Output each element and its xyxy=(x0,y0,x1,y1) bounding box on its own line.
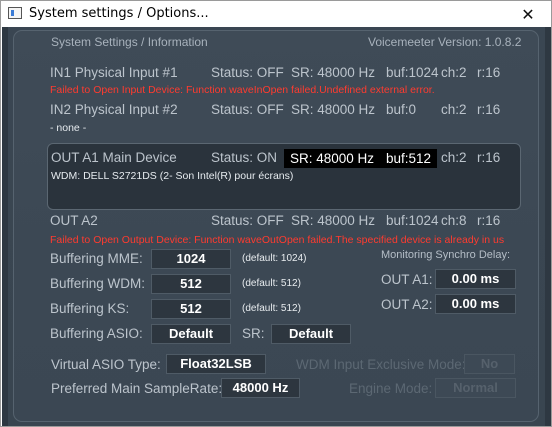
sync-a2-label: OUT A2: xyxy=(381,297,433,312)
out-a2-name[interactable]: OUT A2 xyxy=(50,213,98,228)
in2-sr: SR: 48000 Hz xyxy=(291,102,376,117)
out-a1-device: WDM: DELL S2721DS (2- Son Intel(R) pour … xyxy=(51,170,294,182)
in2-name[interactable]: IN2 Physical Input #2 xyxy=(50,102,178,117)
in1-status: Status: OFF xyxy=(211,65,284,80)
out-a2-ch: ch:8 xyxy=(441,213,467,228)
in1-ch: ch:2 xyxy=(441,65,467,80)
samplerate-label: Preferred Main SampleRate: xyxy=(51,381,223,396)
in2-device: - none - xyxy=(50,122,87,134)
buffering-ks-field[interactable]: 512 xyxy=(151,299,231,319)
app-icon xyxy=(8,7,22,19)
out-a1-r: r:16 xyxy=(477,150,501,165)
asio-sr-field[interactable]: Default xyxy=(271,324,351,344)
client-area: System Settings / Information Voicemeete… xyxy=(2,27,551,426)
version-label: Voicemeeter Version: 1.0.8.2 xyxy=(368,35,522,49)
out-a2-error: Failed to Open Output Device: Function w… xyxy=(50,234,505,246)
sync-a2-field[interactable]: 0.00 ms xyxy=(435,294,516,314)
out-a1-status: Status: ON xyxy=(211,150,278,165)
close-icon: ✕ xyxy=(521,4,535,24)
out-a2-buf: buf:1024 xyxy=(386,213,439,228)
out-a2-r: r:16 xyxy=(477,213,501,228)
settings-window: System settings / Options... ✕ System Se… xyxy=(0,0,552,427)
buffering-mme-default: (default: 1024) xyxy=(242,253,307,264)
sync-delay-title: Monitoring Synchro Delay: xyxy=(381,249,511,261)
window-title: System settings / Options... xyxy=(29,6,209,21)
right-edge xyxy=(545,27,551,426)
wdm-exclusive-field[interactable]: No xyxy=(464,354,515,374)
out-a2-sr: SR: 48000 Hz xyxy=(291,213,376,228)
buffering-mme-label: Buffering MME: xyxy=(50,251,143,266)
out-a1-name[interactable]: OUT A1 Main Device xyxy=(51,150,177,165)
title-bar[interactable]: System settings / Options... ✕ xyxy=(1,1,551,27)
left-edge xyxy=(2,27,8,426)
section-title: System Settings / Information xyxy=(51,35,208,49)
buffering-wdm-field[interactable]: 512 xyxy=(151,274,231,294)
in1-r: r:16 xyxy=(477,65,501,80)
engine-mode-field[interactable]: Normal xyxy=(435,378,516,398)
close-button[interactable]: ✕ xyxy=(505,1,551,27)
in1-sr: SR: 48000 Hz xyxy=(291,65,376,80)
buffering-wdm-label: Buffering WDM: xyxy=(50,276,146,291)
in1-buf: buf:1024 xyxy=(386,65,439,80)
in2-ch: ch:2 xyxy=(441,102,467,117)
asio-type-label: Virtual ASIO Type: xyxy=(51,357,161,372)
in2-buf: buf:0 xyxy=(386,102,417,117)
buffering-asio-label: Buffering ASIO: xyxy=(50,326,143,341)
buffering-asio-field[interactable]: Default xyxy=(151,324,231,344)
engine-mode-label: Engine Mode: xyxy=(349,381,433,396)
out-a1-buf: buf:512 xyxy=(380,149,438,168)
asio-sr-label: SR: xyxy=(242,326,265,341)
buffering-ks-label: Buffering KS: xyxy=(50,301,130,316)
sync-a1-label: OUT A1: xyxy=(381,272,433,287)
buffering-ks-default: (default: 512) xyxy=(242,303,301,314)
sync-a1-field[interactable]: 0.00 ms xyxy=(435,269,516,289)
out-a2-status: Status: OFF xyxy=(211,213,284,228)
in2-status: Status: OFF xyxy=(211,102,284,117)
in1-error: Failed to Open Input Device: Function wa… xyxy=(50,84,435,96)
buffering-wdm-default: (default: 512) xyxy=(242,278,301,289)
asio-type-field[interactable]: Float32LSB xyxy=(166,354,266,374)
in2-r: r:16 xyxy=(477,102,501,117)
out-a1-sr: SR: 48000 Hz xyxy=(284,149,381,168)
samplerate-field[interactable]: 48000 Hz xyxy=(221,378,300,398)
buffering-mme-field[interactable]: 1024 xyxy=(151,249,231,269)
wdm-exclusive-label: WDM Input Exclusive Mode: xyxy=(296,357,466,372)
out-a1-ch: ch:2 xyxy=(441,150,467,165)
in1-name[interactable]: IN1 Physical Input #1 xyxy=(50,65,178,80)
